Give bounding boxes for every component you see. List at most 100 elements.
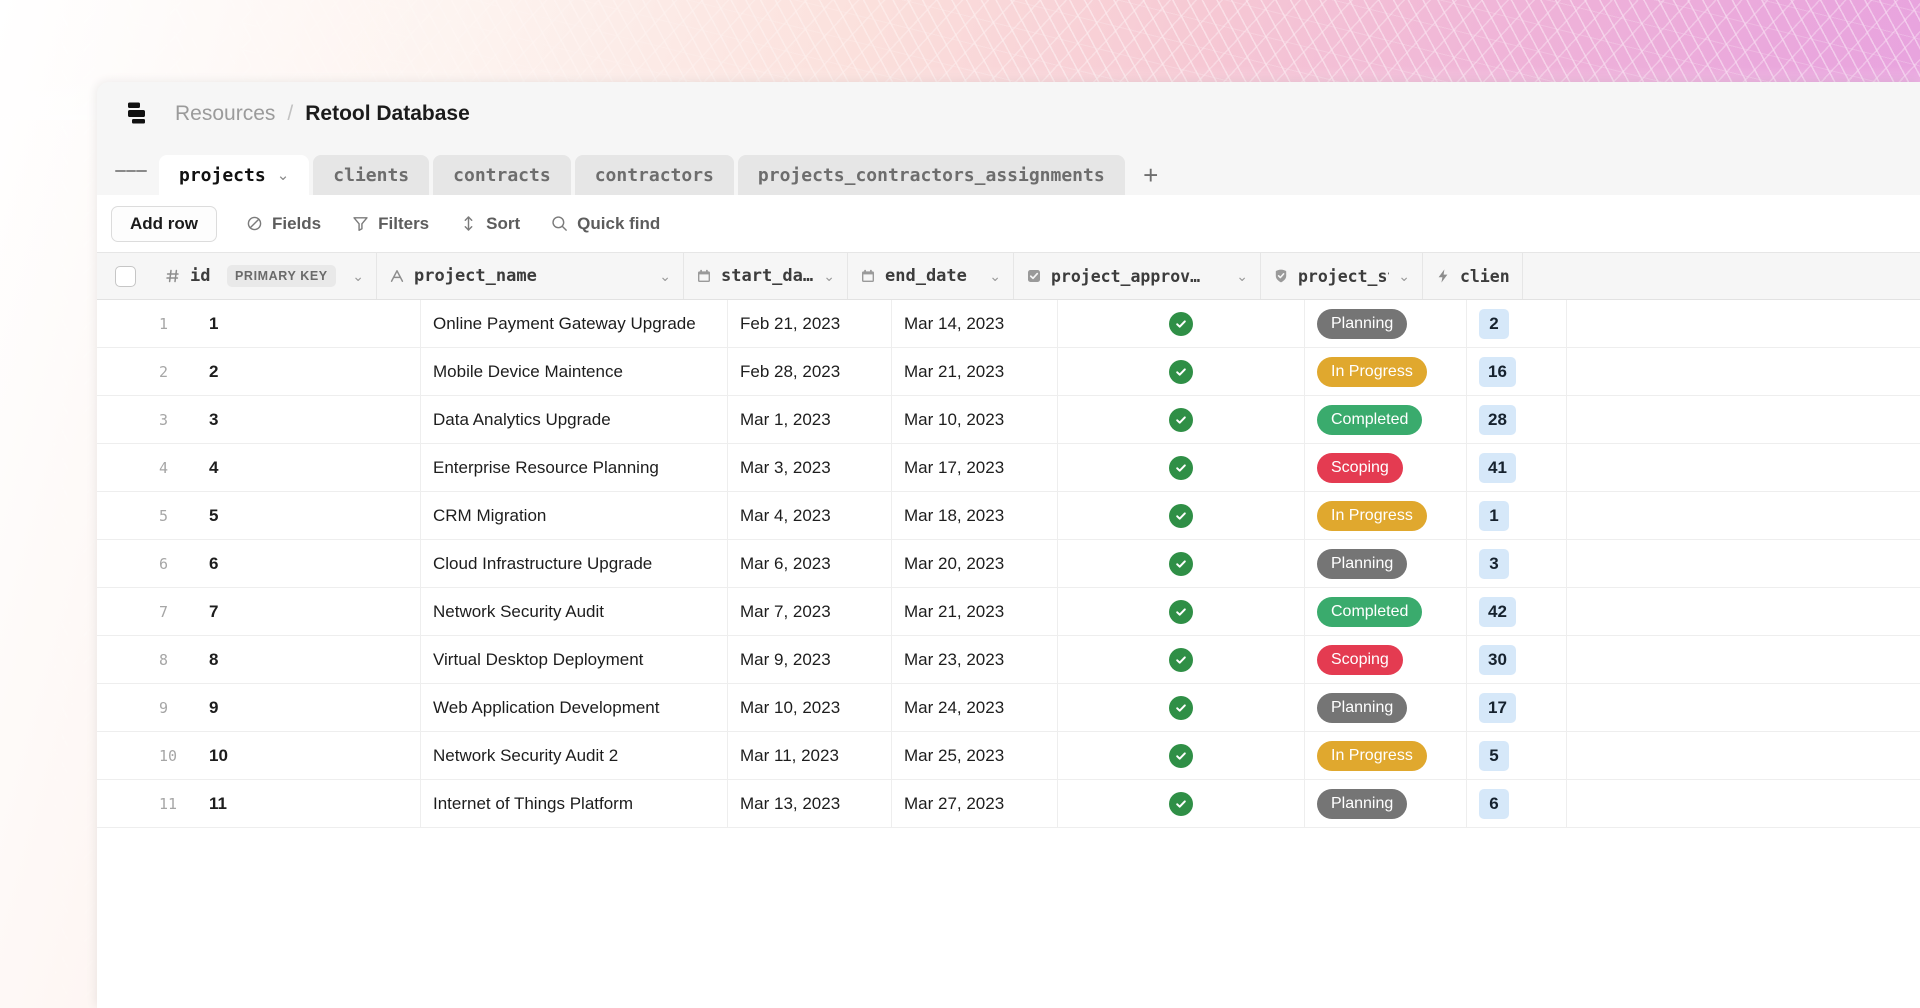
cell-project-name[interactable]: Cloud Infrastructure Upgrade	[421, 540, 728, 587]
row-select-checkbox[interactable]	[97, 492, 153, 539]
sort-button[interactable]: Sort	[447, 206, 532, 242]
row-select-checkbox[interactable]	[97, 588, 153, 635]
table-row[interactable]: 77Network Security AuditMar 7, 2023Mar 2…	[97, 588, 1920, 636]
cell-client-id[interactable]: 5	[1467, 732, 1567, 779]
tab-projects[interactable]: projects ⌄	[159, 155, 309, 195]
cell-end-date[interactable]: Mar 23, 2023	[892, 636, 1058, 683]
filters-button[interactable]: Filters	[339, 206, 441, 242]
cell-id[interactable]: 7	[197, 588, 421, 635]
chevron-down-icon[interactable]: ⌄	[1236, 268, 1248, 285]
cell-end-date[interactable]: Mar 10, 2023	[892, 396, 1058, 443]
cell-start-date[interactable]: Mar 11, 2023	[728, 732, 892, 779]
cell-start-date[interactable]: Mar 6, 2023	[728, 540, 892, 587]
cell-client-id[interactable]: 3	[1467, 540, 1567, 587]
chevron-down-icon[interactable]: ⌄	[659, 268, 671, 285]
table-row[interactable]: 22Mobile Device MaintenceFeb 28, 2023Mar…	[97, 348, 1920, 396]
cell-id[interactable]: 2	[197, 348, 421, 395]
cell-start-date[interactable]: Mar 13, 2023	[728, 780, 892, 827]
add-row-button[interactable]: Add row	[111, 206, 217, 242]
row-select-checkbox[interactable]	[97, 444, 153, 491]
column-header-project-status[interactable]: project_sta… ⌄	[1261, 253, 1423, 299]
cell-end-date[interactable]: Mar 21, 2023	[892, 348, 1058, 395]
cell-start-date[interactable]: Mar 3, 2023	[728, 444, 892, 491]
cell-end-date[interactable]: Mar 20, 2023	[892, 540, 1058, 587]
column-header-project-approved[interactable]: project_approv… ⌄	[1014, 253, 1261, 299]
row-select-checkbox[interactable]	[97, 636, 153, 683]
checkbox-unchecked-icon[interactable]	[115, 266, 136, 287]
cell-start-date[interactable]: Mar 9, 2023	[728, 636, 892, 683]
cell-start-date[interactable]: Feb 21, 2023	[728, 300, 892, 347]
cell-project-approved[interactable]	[1058, 300, 1305, 347]
add-tab-button[interactable]: +	[1129, 155, 1173, 195]
cell-project-approved[interactable]	[1058, 540, 1305, 587]
tab-contractors[interactable]: contractors	[575, 155, 734, 195]
table-row[interactable]: 11Online Payment Gateway UpgradeFeb 21, …	[97, 300, 1920, 348]
cell-project-status[interactable]: In Progress	[1305, 732, 1467, 779]
cell-end-date[interactable]: Mar 21, 2023	[892, 588, 1058, 635]
chevron-down-icon[interactable]: ⌄	[823, 268, 835, 285]
row-select-checkbox[interactable]	[97, 684, 153, 731]
breadcrumb-resources-link[interactable]: Resources	[175, 102, 275, 126]
table-row[interactable]: 66Cloud Infrastructure UpgradeMar 6, 202…	[97, 540, 1920, 588]
row-select-checkbox[interactable]	[97, 396, 153, 443]
cell-project-approved[interactable]	[1058, 780, 1305, 827]
cell-end-date[interactable]: Mar 17, 2023	[892, 444, 1058, 491]
cell-end-date[interactable]: Mar 24, 2023	[892, 684, 1058, 731]
table-row[interactable]: 1111Internet of Things PlatformMar 13, 2…	[97, 780, 1920, 828]
cell-id[interactable]: 10	[197, 732, 421, 779]
cell-end-date[interactable]: Mar 25, 2023	[892, 732, 1058, 779]
table-row[interactable]: 1010Network Security Audit 2Mar 11, 2023…	[97, 732, 1920, 780]
row-select-checkbox[interactable]	[97, 540, 153, 587]
cell-client-id[interactable]: 30	[1467, 636, 1567, 683]
cell-project-status[interactable]: Completed	[1305, 396, 1467, 443]
cell-project-name[interactable]: Virtual Desktop Deployment	[421, 636, 728, 683]
table-row[interactable]: 33Data Analytics UpgradeMar 1, 2023Mar 1…	[97, 396, 1920, 444]
cell-project-status[interactable]: Planning	[1305, 540, 1467, 587]
row-select-checkbox[interactable]	[97, 732, 153, 779]
cell-end-date[interactable]: Mar 27, 2023	[892, 780, 1058, 827]
cell-project-name[interactable]: Network Security Audit 2	[421, 732, 728, 779]
cell-project-approved[interactable]	[1058, 492, 1305, 539]
column-header-end-date[interactable]: end_date ⌄	[848, 253, 1014, 299]
cell-project-name[interactable]: Data Analytics Upgrade	[421, 396, 728, 443]
cell-id[interactable]: 9	[197, 684, 421, 731]
cell-project-status[interactable]: Completed	[1305, 588, 1467, 635]
cell-start-date[interactable]: Mar 10, 2023	[728, 684, 892, 731]
cell-id[interactable]: 3	[197, 396, 421, 443]
cell-id[interactable]: 6	[197, 540, 421, 587]
cell-id[interactable]: 11	[197, 780, 421, 827]
cell-project-status[interactable]: Planning	[1305, 780, 1467, 827]
cell-start-date[interactable]: Mar 1, 2023	[728, 396, 892, 443]
cell-project-approved[interactable]	[1058, 684, 1305, 731]
chevron-down-icon[interactable]: ⌄	[1398, 268, 1410, 285]
cell-project-name[interactable]: Internet of Things Platform	[421, 780, 728, 827]
row-select-checkbox[interactable]	[97, 348, 153, 395]
cell-start-date[interactable]: Mar 7, 2023	[728, 588, 892, 635]
table-row[interactable]: 55CRM MigrationMar 4, 2023Mar 18, 2023In…	[97, 492, 1920, 540]
column-header-start-date[interactable]: start_da… ⌄	[684, 253, 848, 299]
cell-client-id[interactable]: 42	[1467, 588, 1567, 635]
cell-end-date[interactable]: Mar 14, 2023	[892, 300, 1058, 347]
column-header-project-name[interactable]: project_name ⌄	[377, 253, 684, 299]
column-header-client-id[interactable]: clien…	[1423, 253, 1523, 299]
hamburger-menu-icon[interactable]	[115, 146, 147, 195]
cell-project-name[interactable]: Web Application Development	[421, 684, 728, 731]
select-all-checkbox[interactable]	[97, 253, 153, 299]
chevron-down-icon[interactable]: ⌄	[352, 268, 364, 285]
cell-client-id[interactable]: 1	[1467, 492, 1567, 539]
cell-client-id[interactable]: 6	[1467, 780, 1567, 827]
cell-client-id[interactable]: 28	[1467, 396, 1567, 443]
chevron-down-icon[interactable]: ⌄	[277, 166, 290, 184]
tab-clients[interactable]: clients	[313, 155, 429, 195]
tab-contracts[interactable]: contracts	[433, 155, 571, 195]
cell-client-id[interactable]: 16	[1467, 348, 1567, 395]
cell-id[interactable]: 8	[197, 636, 421, 683]
cell-project-approved[interactable]	[1058, 444, 1305, 491]
table-row[interactable]: 99Web Application DevelopmentMar 10, 202…	[97, 684, 1920, 732]
cell-project-name[interactable]: Enterprise Resource Planning	[421, 444, 728, 491]
chevron-down-icon[interactable]: ⌄	[989, 268, 1001, 285]
row-select-checkbox[interactable]	[97, 300, 153, 347]
cell-project-status[interactable]: Planning	[1305, 300, 1467, 347]
cell-end-date[interactable]: Mar 18, 2023	[892, 492, 1058, 539]
cell-id[interactable]: 4	[197, 444, 421, 491]
